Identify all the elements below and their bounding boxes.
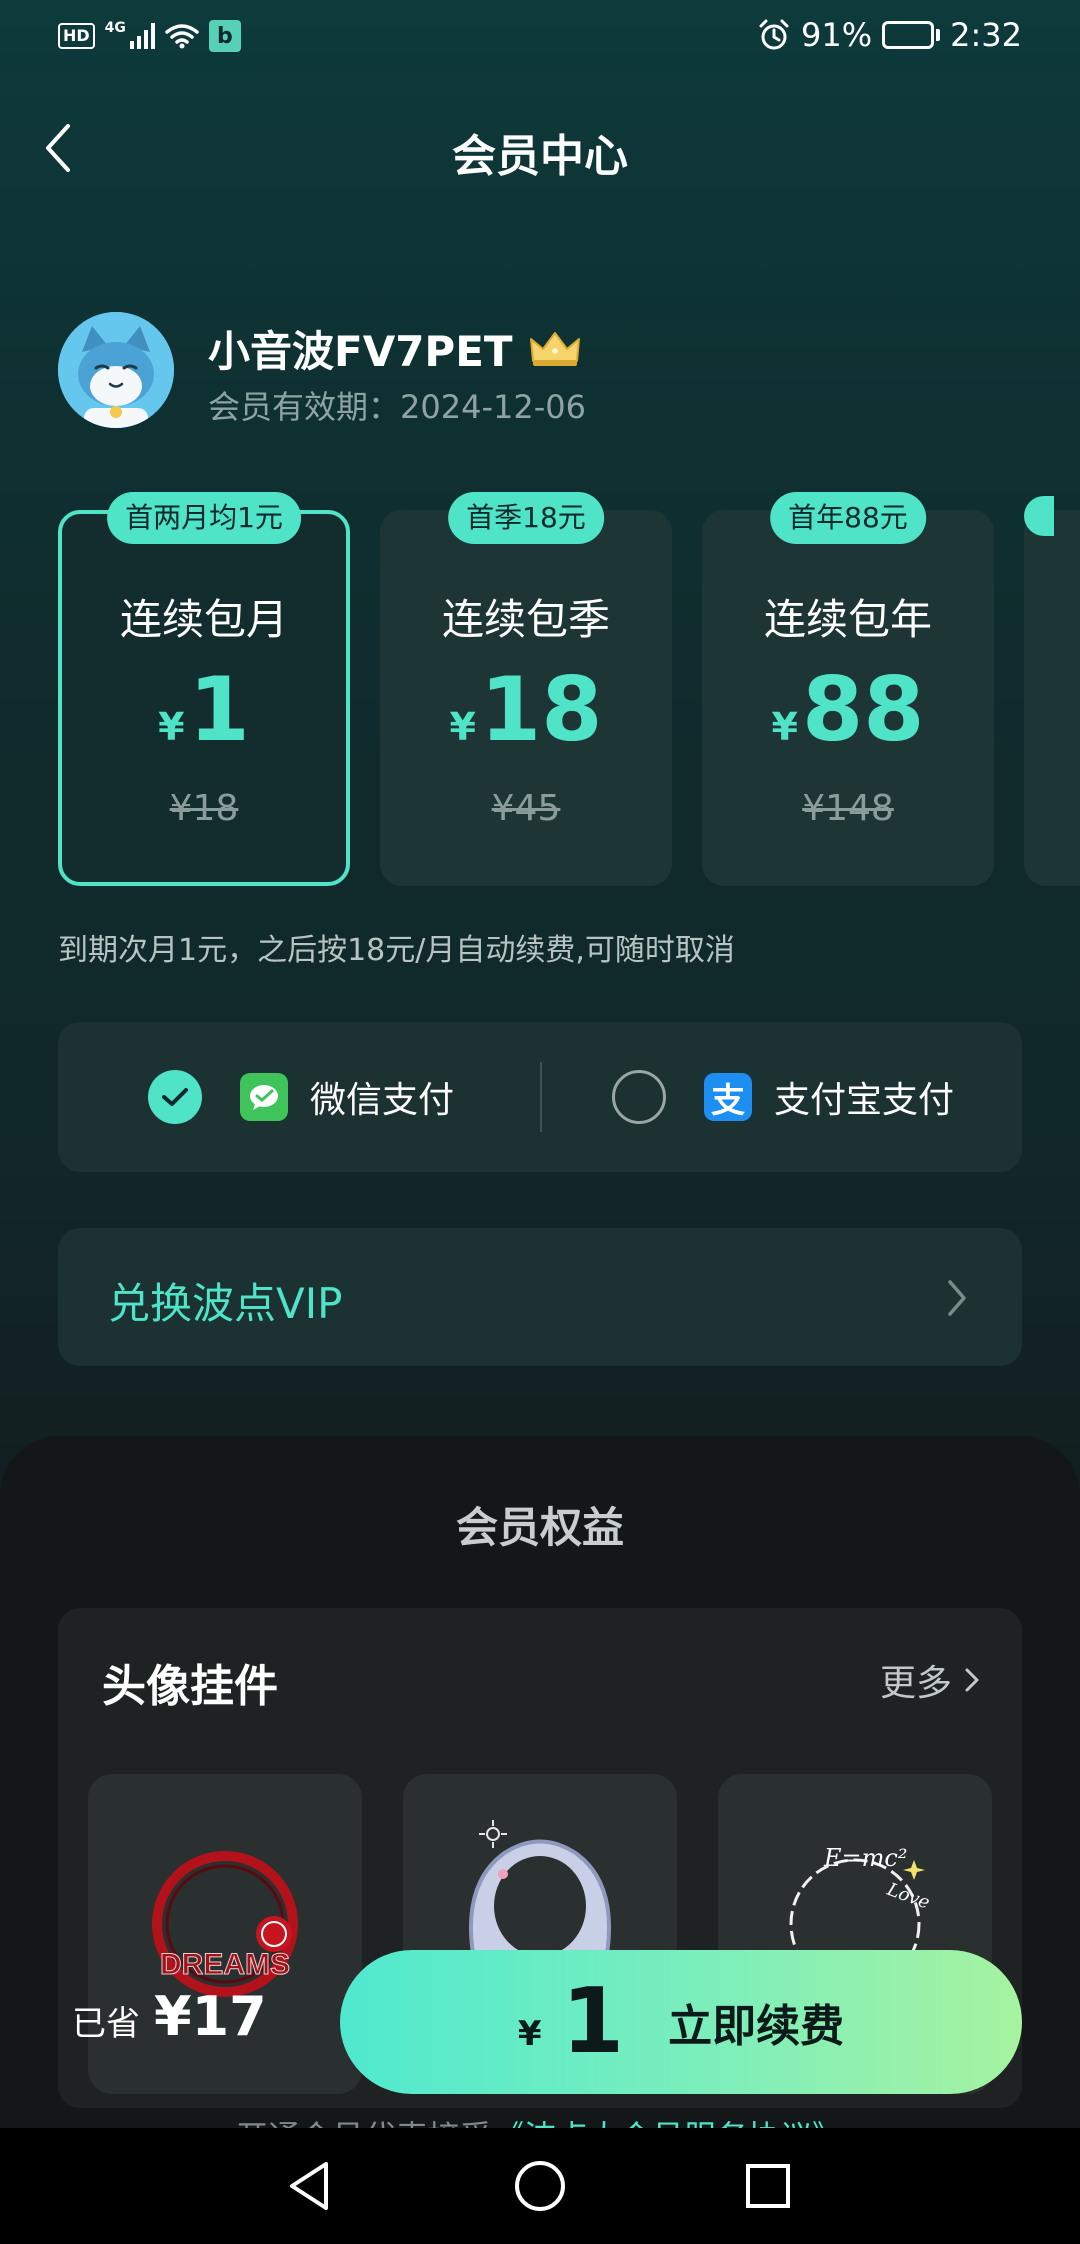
screen: HD 4G b 91% 2:32 会员中心 小音波FV7PET 会员有效期：20… — [0, 0, 1080, 2244]
plan-price: ¥18 — [449, 658, 603, 761]
wechat-pay-label: 微信支付 — [310, 1080, 455, 1121]
nav-back-icon[interactable] — [280, 2156, 340, 2216]
username: 小音波FV7PET — [208, 327, 513, 376]
alipay-icon: 支 — [704, 1073, 752, 1121]
renew-note: 到期次月1元，之后按18元/月自动续费,可随时取消 — [58, 933, 735, 968]
battery-percent: 91% — [801, 16, 873, 54]
plan-tag: 首年88元 — [770, 492, 926, 544]
status-right: 91% 2:32 — [757, 16, 1022, 54]
status-bar: HD 4G b 91% 2:32 — [0, 0, 1080, 80]
membership-expiry: 会员有效期：2024-12-06 — [208, 388, 586, 426]
savings: 已省 ¥17 — [72, 1985, 267, 2048]
plan-original-price: ¥45 — [491, 788, 561, 829]
plan-list: 首两月均1元 连续包月 ¥1 ¥18 首季18元 连续包季 ¥18 ¥45 首年… — [58, 492, 1080, 890]
svg-text:Love: Love — [883, 1879, 932, 1914]
alarm-icon — [759, 19, 789, 50]
plan-name: 连续包月 — [119, 595, 288, 644]
alipay-label: 支付宝支付 — [774, 1080, 955, 1121]
battery-icon — [882, 21, 941, 49]
avatar[interactable] — [58, 312, 174, 428]
button-currency: ¥ — [517, 2014, 542, 2054]
plan-original-price: ¥148 — [802, 788, 894, 829]
plan-quarterly[interactable]: 首季18元 连续包季 ¥18 ¥45 — [380, 492, 672, 886]
plan-name: 连续包季 — [441, 595, 610, 644]
plan-tag: 首两月均1元 — [107, 492, 301, 544]
more-link[interactable]: 更多 — [880, 1654, 982, 1706]
plan-name: 连续包年 — [763, 595, 932, 644]
radio-checked-icon[interactable] — [148, 1070, 202, 1124]
clock: 2:32 — [950, 16, 1022, 54]
nav-home-icon[interactable] — [510, 2156, 570, 2216]
nav-recents-icon[interactable] — [738, 2156, 798, 2216]
chevron-right-icon — [948, 1280, 966, 1316]
app-notification-icon: b — [208, 20, 241, 52]
signal-icon — [129, 23, 155, 49]
plan-monthly[interactable]: 首两月均1元 连续包月 ¥1 ¥18 — [58, 492, 350, 886]
hd-badge: HD — [58, 23, 95, 49]
renew-now-button[interactable]: ¥ 1 立即续费 — [340, 1950, 1022, 2094]
radio-unchecked-icon[interactable] — [612, 1070, 666, 1124]
redeem-label: 兑换波点VIP — [108, 1279, 343, 1328]
username-row: 小音波FV7PET — [208, 318, 583, 379]
payment-methods: 微信支付 支 支付宝支付 — [58, 1022, 1022, 1172]
network-type: 4G — [104, 20, 126, 36]
button-label: 立即续费 — [668, 2001, 845, 2052]
plan-price: ¥1 — [158, 658, 250, 761]
button-price: 1 — [561, 1969, 625, 2074]
pay-option-wechat[interactable]: 微信支付 — [148, 1022, 454, 1172]
system-nav-bar — [0, 2128, 1080, 2244]
divider — [540, 1062, 542, 1132]
header: 会员中心 — [0, 110, 1080, 190]
saved-amount: ¥17 — [154, 1985, 267, 2048]
status-left: HD 4G b — [58, 20, 241, 52]
chevron-right-icon — [965, 1668, 979, 1692]
section-title: 头像挂件 — [102, 1661, 278, 1712]
wechat-pay-icon — [240, 1073, 288, 1121]
wifi-icon — [165, 24, 199, 49]
benefits-title: 会员权益 — [455, 1503, 624, 1552]
redeem-vip-row[interactable]: 兑换波点VIP — [58, 1228, 1022, 1366]
plan-next-peek[interactable] — [1024, 496, 1080, 886]
plan-price: ¥88 — [771, 658, 925, 761]
crown-icon — [529, 331, 580, 366]
cat-avatar-icon — [58, 312, 174, 428]
more-label: 更多 — [879, 1663, 952, 1704]
plan-tag: 首季18元 — [448, 492, 604, 544]
page-title: 会员中心 — [452, 131, 628, 182]
plan-yearly[interactable]: 首年88元 连续包年 ¥88 ¥148 — [702, 492, 994, 886]
plan-tag — [1024, 496, 1054, 536]
saved-label: 已省 — [72, 2004, 140, 2044]
pay-option-alipay[interactable]: 支 支付宝支付 — [612, 1022, 954, 1172]
svg-text:E=mc²: E=mc² — [823, 1844, 907, 1872]
plan-original-price: ¥18 — [169, 788, 239, 829]
svg-text:DREAMS: DREAMS — [160, 1948, 290, 1981]
